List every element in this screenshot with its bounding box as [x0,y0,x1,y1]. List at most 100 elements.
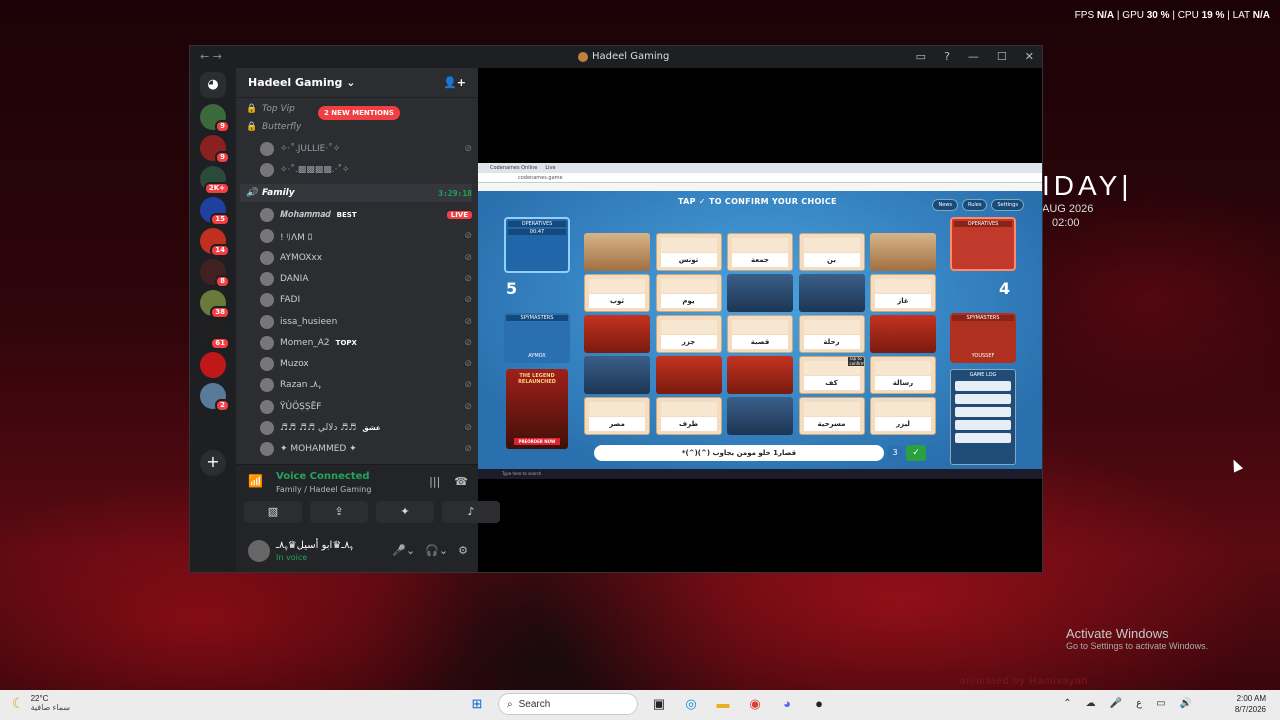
preorder-button[interactable]: PREORDER NOW [514,438,560,445]
avatar[interactable] [248,540,270,562]
minimize-button[interactable]: — [968,50,979,63]
news-button[interactable]: News [932,199,958,211]
codename-card[interactable]: جمعة [727,233,793,271]
codename-card[interactable] [870,233,936,271]
voice-member[interactable]: Momen_A2 TOPX ⊘ [260,334,472,352]
codename-card[interactable]: بن [798,233,865,271]
discord-home-icon[interactable]: ◕ [200,72,226,98]
weather-widget[interactable]: ☾ 22°C سماء صافية [12,694,70,712]
noise-suppression-icon[interactable]: ||| [429,475,440,488]
server-icon[interactable]: 38 [200,290,230,319]
maximize-button[interactable]: ☐ [997,50,1007,63]
codename-card[interactable]: تونس [655,233,722,271]
ad-banner[interactable]: THE LEGEND RELAUNCHED PREORDER NOW [506,369,568,449]
disconnect-icon[interactable]: ☎ [454,475,468,488]
codename-card[interactable]: كف Tap to confirm [798,356,865,394]
codename-card[interactable]: مسرحية [798,397,865,435]
edge-icon[interactable]: ◎ [680,693,702,715]
voice-member[interactable]: ✦ MOHAMMED ✦ ⊘ [260,440,472,458]
channel-family[interactable]: 🔊 Family 3:29:18 [240,184,472,202]
channel-top-vip[interactable]: 🔒 Top Vip [246,100,472,118]
codename-card[interactable] [655,356,722,394]
codename-card[interactable]: غاز [870,274,936,312]
server-icon[interactable]: 2 [200,383,230,412]
codename-card[interactable]: رحلة [798,315,865,353]
volume-icon[interactable]: 🔊 [1180,698,1192,709]
language-indicator[interactable]: ع [1136,698,1142,709]
codename-card[interactable]: ليزر [870,397,936,435]
codename-card[interactable] [584,315,650,353]
game-log[interactable]: GAME LOG [950,369,1016,465]
start-icon[interactable]: ⊞ [466,693,488,715]
obs-icon[interactable]: ● [808,693,830,715]
codename-card[interactable]: مصر [584,397,650,435]
server-header[interactable]: Hadeel Gaming ⌄ 👤+ [236,68,478,98]
file-explorer-icon[interactable]: ▬ [712,693,734,715]
voice-member[interactable]: DANIA ⊘ [260,270,472,288]
server-icon[interactable]: 14 [200,228,230,257]
soundboard-button[interactable]: ♪ [442,501,500,523]
server-icon[interactable]: 61 [200,321,230,350]
voice-user[interactable]: ✧·˚.JULLIE·˚✧ ⊘ [260,140,472,158]
add-server-button[interactable]: + [200,450,226,476]
voice-member[interactable]: issa_husieen ⊘ [260,313,472,331]
voice-member[interactable]: ! ﾘΛM ﾛ ⊘ [260,227,472,245]
rules-button[interactable]: Rules [961,199,988,211]
voice-member[interactable]: 𝑴𝒐𝒉𝒂𝒎𝒎𝒂𝒅 BEST LIVE [260,206,472,224]
codename-card[interactable] [584,233,650,271]
settings-button[interactable]: Settings [991,199,1024,211]
close-button[interactable]: ✕ [1025,50,1034,63]
voice-status[interactable]: Voice Connected [276,471,370,482]
server-icon[interactable]: 15 [200,197,230,226]
voice-member[interactable]: Muzox ⊘ [260,355,472,373]
confirm-check-button[interactable]: ✓ [906,445,926,461]
inbox-icon[interactable]: ▭ [916,50,926,63]
activities-button[interactable]: ✦ [376,501,434,523]
server-icon[interactable]: 9 [200,104,230,133]
headphones-icon[interactable]: 🎧⌄ [425,544,448,557]
settings-gear-icon[interactable]: ⚙ [458,544,468,557]
server-icon[interactable]: 2K+ [200,166,230,195]
voice-user[interactable]: ✧·˚.▩▩▩▩.·˚✧ [260,161,472,179]
user-name[interactable]: ﮩ٨ـ♛ابو أسيل♛ﮩ٨ـ [276,540,353,551]
channel-butterfly[interactable]: 🔒 Butterfly [246,118,472,136]
codename-card[interactable]: ظرف [655,397,722,435]
back-forward-icons[interactable]: ← → [200,50,222,63]
chrome-icon[interactable]: ◉ [744,693,766,715]
network-icon[interactable]: ▭ [1156,698,1165,709]
codename-card[interactable] [584,356,650,394]
voice-member[interactable]: Razan ﮩ٨ـ ⊘ [260,376,472,394]
codename-card[interactable]: قصبة [727,315,793,353]
taskbar-search[interactable]: ⌕ Search [498,693,638,715]
microphone-icon[interactable]: 🎤⌄ [392,544,415,557]
server-icon[interactable]: 9 [200,135,230,164]
voice-member[interactable]: ♬♬ ♬♬ دلالي ♬♬ عشق ⊘ [260,419,472,437]
task-view-icon[interactable]: ▣ [648,693,670,715]
screen-share-button[interactable]: ⇪ [310,501,368,523]
voice-member[interactable]: ŸÙÖṢṢĒF ⊘ [260,398,472,416]
voice-member[interactable]: FADI ⊘ [260,291,472,309]
discord-window[interactable]: ← → Hadeel Gaming ▭ ? — ☐ ✕ ◕ 9 9 2K+ 15 14 8… [189,45,1043,573]
help-icon[interactable]: ? [944,50,950,63]
codename-card[interactable] [727,397,793,435]
onedrive-icon[interactable]: ☁ [1086,698,1096,709]
chevron-up-icon[interactable]: ⌃ [1063,698,1071,709]
server-icon[interactable]: 8 [200,259,230,288]
discord-icon[interactable]: ◕ [776,693,798,715]
codename-card[interactable] [798,274,865,312]
codename-card[interactable]: رسالة [870,356,936,394]
voice-member[interactable]: AYMOXxx ⊘ [260,249,472,267]
clue-input[interactable]: *(^)(^) قصار1 خلو مومن بجاوب [594,445,884,461]
voice-channel[interactable]: Family / Hadeel Gaming [276,485,371,494]
codename-card[interactable]: ثوب [584,274,650,312]
codename-card[interactable] [870,315,936,353]
screen-share-stream[interactable]: Codenames Online Live codenames.game TAP … [478,163,1042,479]
codename-card[interactable] [727,274,793,312]
server-icon[interactable] [200,352,226,378]
codename-card[interactable]: يوم [655,274,722,312]
codename-card[interactable]: جزر [655,315,722,353]
taskbar-clock[interactable]: 2:00 AM 8/7/2026 [1235,693,1266,715]
window-titlebar[interactable]: ← → Hadeel Gaming ▭ ? — ☐ ✕ [190,46,1042,68]
microphone-icon[interactable]: 🎤 [1110,698,1122,709]
clue-number[interactable]: 3 [888,446,902,460]
